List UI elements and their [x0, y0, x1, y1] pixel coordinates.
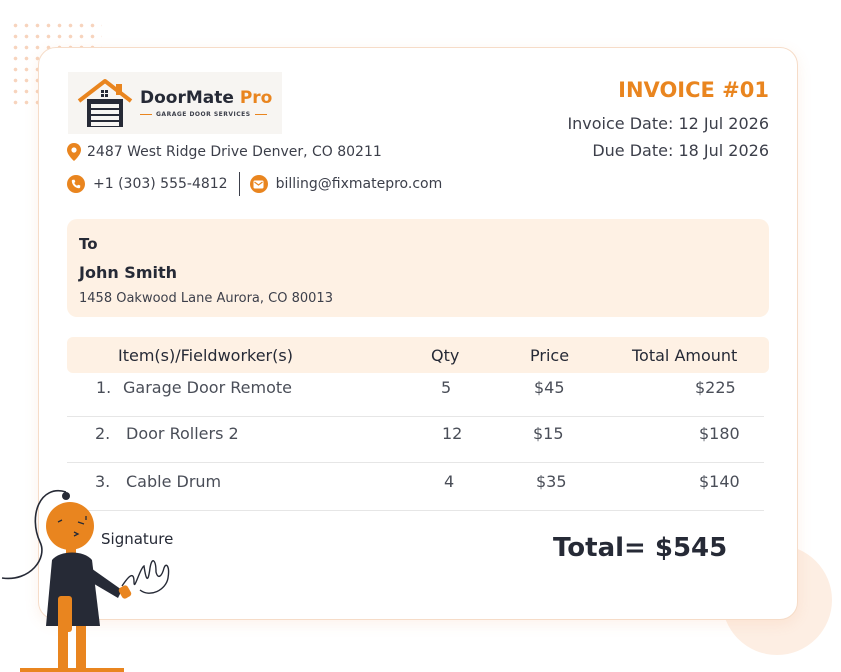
row-price: $45	[534, 378, 565, 397]
company-email[interactable]: billing@fixmatepro.com	[276, 176, 443, 192]
person-illustration	[1, 489, 170, 672]
company-logo: DoorMate Pro GARAGE DOOR SERVICES	[68, 72, 282, 134]
header-item: Item(s)/Fieldworker(s)	[118, 346, 293, 365]
row-qty: 4	[444, 472, 455, 491]
row-price: $35	[536, 472, 567, 491]
header-total: Total Amount	[632, 346, 738, 365]
row-number: 1.	[96, 378, 112, 397]
tagline-rule-right	[254, 114, 267, 115]
table-row: 2. Door Rollers 2 12 $15 $180	[67, 415, 764, 463]
company-address: 2487 West Ridge Drive Denver, CO 80211	[87, 144, 382, 160]
mail-icon	[249, 175, 268, 193]
row-number: 2.	[95, 424, 111, 443]
company-contact-line: +1 (303) 555-4812 billing@fixmatepro.com	[67, 172, 442, 196]
contact-divider	[238, 172, 240, 196]
tagline-text: GARAGE DOOR SERVICES	[156, 111, 251, 118]
table-header: Item(s)/Fieldworker(s) Qty Price Total A…	[67, 337, 769, 373]
brand-main: DoorMate	[140, 88, 234, 108]
header-price: Price	[530, 346, 570, 365]
recipient-label: To	[79, 235, 98, 253]
house-logo-icon	[77, 79, 133, 127]
invoice-title: INVOICE #01	[618, 78, 769, 102]
logo-tagline: GARAGE DOOR SERVICES	[140, 111, 272, 118]
recipient-panel: To John Smith 1458 Oakwood Lane Aurora, …	[67, 219, 769, 317]
tagline-rule-left	[140, 114, 152, 115]
invoice-total: Total= $545	[553, 533, 728, 563]
row-total: $225	[695, 378, 736, 397]
row-total: $140	[699, 472, 740, 491]
row-qty: 12	[442, 424, 463, 443]
company-address-line: 2487 West Ridge Drive Denver, CO 80211	[67, 143, 382, 161]
row-total: $180	[699, 424, 740, 443]
due-date: Due Date: 18 Jul 2026	[592, 141, 769, 160]
company-phone[interactable]: +1 (303) 555-4812	[93, 176, 228, 192]
logo-text: DoorMate Pro GARAGE DOOR SERVICES	[140, 88, 272, 118]
header-qty: Qty	[431, 346, 460, 365]
invoice-date: Invoice Date: 12 Jul 2026	[567, 114, 769, 133]
logo-brand: DoorMate Pro	[140, 88, 272, 108]
row-item: Door Rollers 2	[126, 424, 239, 443]
brand-accent: Pro	[239, 88, 273, 108]
row-price: $15	[533, 424, 564, 443]
table-row: 1. Garage Door Remote 5 $45 $225	[67, 369, 764, 417]
row-qty: 5	[441, 378, 452, 397]
row-item: Garage Door Remote	[123, 378, 292, 397]
location-pin-icon	[67, 143, 81, 161]
phone-icon	[67, 175, 85, 193]
recipient-address: 1458 Oakwood Lane Aurora, CO 80013	[79, 291, 333, 306]
recipient-name: John Smith	[79, 263, 178, 282]
